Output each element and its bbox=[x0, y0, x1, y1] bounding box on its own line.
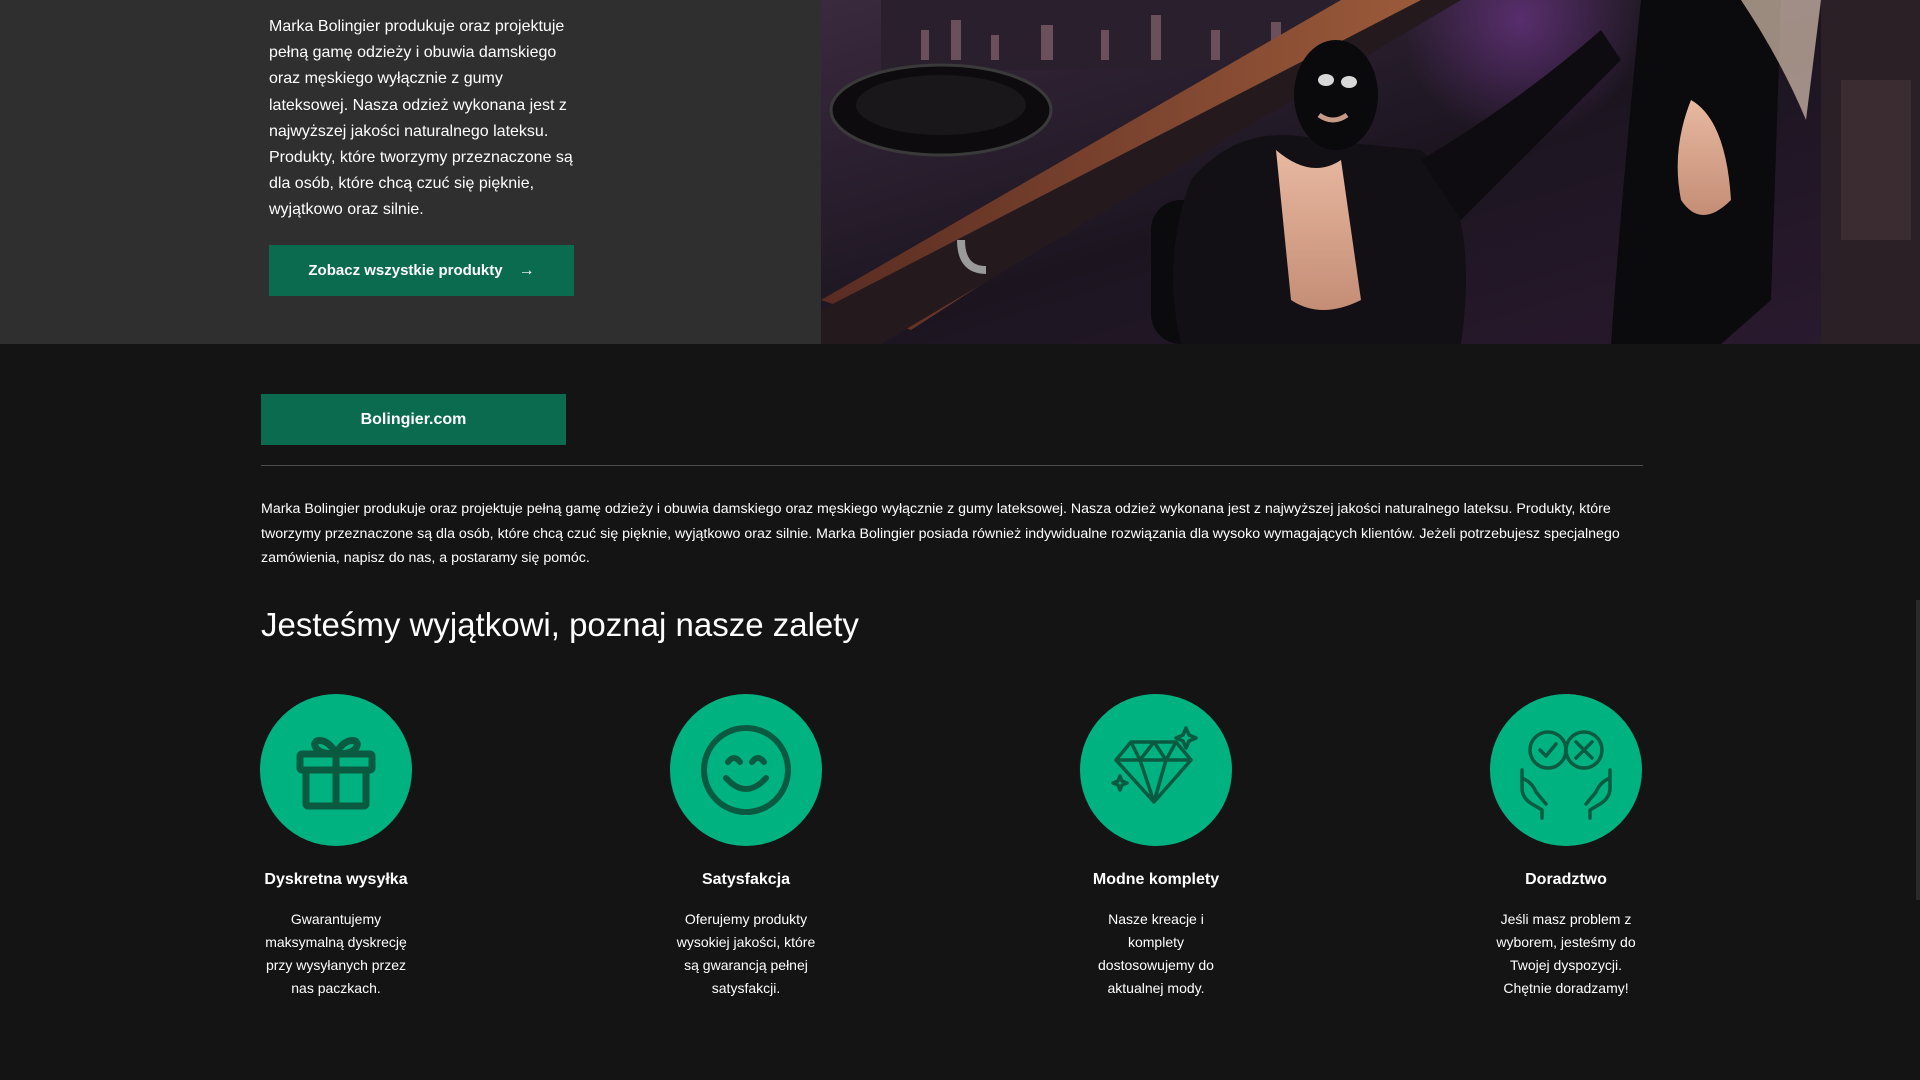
section-divider bbox=[261, 465, 1643, 466]
feature-description: Jeśli masz problem z wyborem, jesteśmy d… bbox=[1496, 911, 1636, 996]
arrow-right-icon: → bbox=[518, 261, 535, 279]
feature-title: Dyskretna wysyłka bbox=[264, 871, 408, 888]
hero-description: Marka Bolingier produkuje oraz projektuj… bbox=[269, 18, 573, 219]
hero-photo-illustration bbox=[821, 0, 1920, 344]
advice-hands-icon bbox=[1490, 694, 1642, 846]
feature-satisfaction: Satysfakcja Oferujemy produkty wysokiej … bbox=[641, 694, 851, 1000]
smile-icon bbox=[670, 694, 822, 846]
feature-description: Oferujemy produkty wysokiej jakości, któ… bbox=[676, 911, 816, 996]
advantages-heading: Jesteśmy wyjątkowi, poznaj nasze zalety bbox=[261, 606, 859, 643]
feature-title: Satysfakcja bbox=[701, 871, 791, 888]
see-all-products-button[interactable]: Zobacz wszystkie produkty → bbox=[269, 245, 574, 296]
bolingier-link-label: Bolingier.com bbox=[360, 410, 467, 428]
feature-description: Nasze kreacje i komplety dostosowujemy d… bbox=[1098, 911, 1214, 996]
diamond-icon bbox=[1080, 694, 1232, 846]
hero-section: Marka Bolingier produkuje oraz projektuj… bbox=[0, 0, 1920, 344]
feature-discreet-shipping: Dyskretna wysyłka Gwarantujemy maksymaln… bbox=[231, 694, 441, 1000]
feature-title: Doradztwo bbox=[1525, 871, 1607, 888]
feature-advice: Doradztwo Jeśli masz problem z wyborem, … bbox=[1461, 694, 1671, 1000]
feature-fashion-sets: Modne komplety Nasze kreacje i komplety … bbox=[1051, 694, 1261, 1000]
hero-text-panel: Marka Bolingier produkuje oraz projektuj… bbox=[0, 0, 821, 344]
feature-description: Gwarantujemy maksymalną dyskrecję przy w… bbox=[265, 911, 407, 996]
brand-description: Marka Bolingier produkuje oraz projektuj… bbox=[261, 501, 1620, 566]
see-all-products-label: Zobacz wszystkie produkty bbox=[308, 262, 503, 279]
hero-photo bbox=[821, 0, 1920, 344]
gift-icon bbox=[260, 694, 412, 846]
bolingier-link-button[interactable]: Bolingier.com bbox=[261, 394, 566, 445]
feature-title: Modne komplety bbox=[1092, 871, 1220, 888]
scrollbar[interactable] bbox=[1916, 600, 1920, 900]
